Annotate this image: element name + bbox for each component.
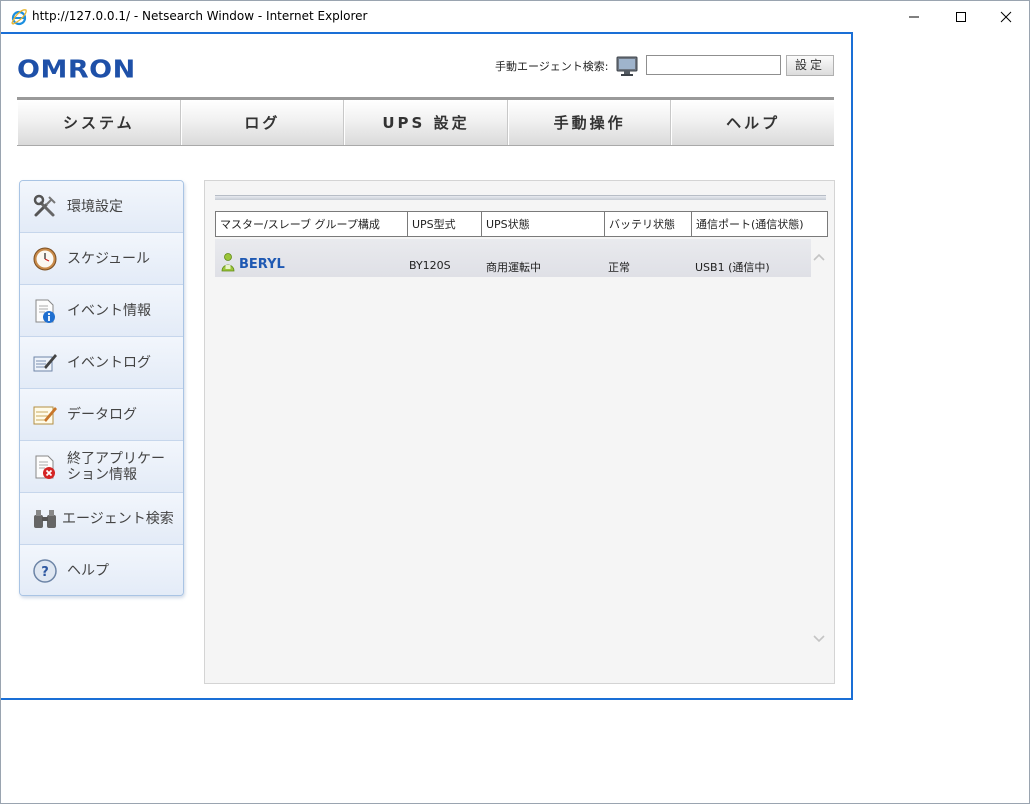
manual-agent-search-label: 手動エージェント検索: <box>495 60 609 73</box>
page-content: OMRON 手動エージェント検索: 設定 システム ログ UPS 設定 手動操作… <box>1 32 853 700</box>
minimize-button[interactable] <box>891 1 937 32</box>
agent-name-link[interactable]: BERYL <box>239 257 285 272</box>
ups-status-table: マスター/スレーブ グループ構成 UPS型式 UPS状態 バッテリ状態 通信ポー… <box>215 211 828 237</box>
window-title: http://127.0.0.1/ - Netsearch Window - I… <box>32 9 368 23</box>
sidebar-item-label: 環境設定 <box>67 198 123 215</box>
sidebar-item-label: データログ <box>67 406 137 423</box>
battery-status-value: 正常 <box>608 261 630 274</box>
column-header-comm-port: 通信ポート(通信状態) <box>691 211 828 237</box>
minimize-icon <box>909 16 919 17</box>
ups-status-panel: マスター/スレーブ グループ構成 UPS型式 UPS状態 バッテリ状態 通信ポー… <box>204 180 835 684</box>
close-icon <box>1000 11 1012 22</box>
sidebar-item-shutdown-app-info[interactable]: 終了アプリケー ション情報 <box>20 441 183 493</box>
sidebar-item-label-line1: 終了アプリケー <box>67 451 165 467</box>
sidebar-menu: 環境設定 スケジュール イベント情報 イベントログ データログ 終了アプリケー … <box>19 180 184 596</box>
log-pen-icon <box>33 354 57 372</box>
column-header-ups-model: UPS型式 <box>407 211 482 237</box>
sidebar-item-label: ヘルプ <box>67 563 109 579</box>
ups-model-value: BY120S <box>409 259 451 272</box>
tools-icon <box>33 194 56 217</box>
nav-manual-operation[interactable]: 手動操作 <box>507 100 672 145</box>
info-document-icon <box>35 299 55 323</box>
nav-help[interactable]: ヘルプ <box>671 100 834 145</box>
table-header-row: マスター/スレーブ グループ構成 UPS型式 UPS状態 バッテリ状態 通信ポー… <box>215 211 828 237</box>
sidebar-item-event-log[interactable]: イベントログ <box>20 337 183 389</box>
help-icon: ? <box>33 559 57 583</box>
sidebar-item-agent-search[interactable]: エージェント検索 <box>20 493 183 545</box>
monitor-icon[interactable] <box>615 55 639 77</box>
nav-system[interactable]: システム <box>17 100 181 145</box>
clock-icon <box>33 247 57 271</box>
maximize-button[interactable] <box>938 1 984 32</box>
panel-header-bar <box>215 195 826 200</box>
sidebar-item-label: イベント情報 <box>67 302 151 319</box>
sidebar-item-label: エージェント検索 <box>62 510 174 527</box>
sidebar-item-label-line2: ション情報 <box>67 467 137 483</box>
sidebar-item-environment-settings[interactable]: 環境設定 <box>20 181 183 233</box>
table-row[interactable]: BERYL BY120S 商用運転中 正常 USB1 (通信中) <box>215 239 811 277</box>
column-header-battery-status: バッテリ状態 <box>604 211 692 237</box>
scroll-down-icon[interactable] <box>812 633 826 645</box>
nav-ups-settings[interactable]: UPS 設定 <box>344 100 508 145</box>
column-header-ups-status: UPS状態 <box>481 211 605 237</box>
ups-agent-icon <box>221 253 235 272</box>
sidebar-item-label: 終了アプリケー ション情報 <box>67 451 165 483</box>
omron-logo: OMRON <box>17 55 136 84</box>
internet-explorer-icon <box>11 9 27 26</box>
scroll-up-icon[interactable] <box>812 251 826 263</box>
browser-window: http://127.0.0.1/ - Netsearch Window - I… <box>0 0 1030 804</box>
data-pen-icon <box>33 406 57 425</box>
sidebar-item-help[interactable]: ? ヘルプ <box>20 545 183 595</box>
set-button[interactable]: 設定 <box>786 55 834 76</box>
ups-status-value: 商用運転中 <box>486 261 541 274</box>
maximize-icon <box>956 11 966 22</box>
sidebar-item-schedule[interactable]: スケジュール <box>20 233 183 285</box>
agent-search-input[interactable] <box>646 55 781 75</box>
binoculars-icon <box>34 510 56 528</box>
svg-text:?: ? <box>41 565 49 580</box>
sidebar-item-label: スケジュール <box>67 250 151 267</box>
title-bar: http://127.0.0.1/ - Netsearch Window - I… <box>1 1 1029 32</box>
sidebar-item-event-info[interactable]: イベント情報 <box>20 285 183 337</box>
comm-port-value: USB1 (通信中) <box>695 261 770 274</box>
close-document-icon <box>35 455 55 479</box>
sidebar-item-data-log[interactable]: データログ <box>20 389 183 441</box>
nav-log[interactable]: ログ <box>180 100 345 145</box>
sidebar-item-label: イベントログ <box>67 354 151 371</box>
column-header-group: マスター/スレーブ グループ構成 <box>215 211 408 237</box>
close-window-button[interactable] <box>983 1 1029 32</box>
main-nav: システム ログ UPS 設定 手動操作 ヘルプ <box>17 97 834 146</box>
